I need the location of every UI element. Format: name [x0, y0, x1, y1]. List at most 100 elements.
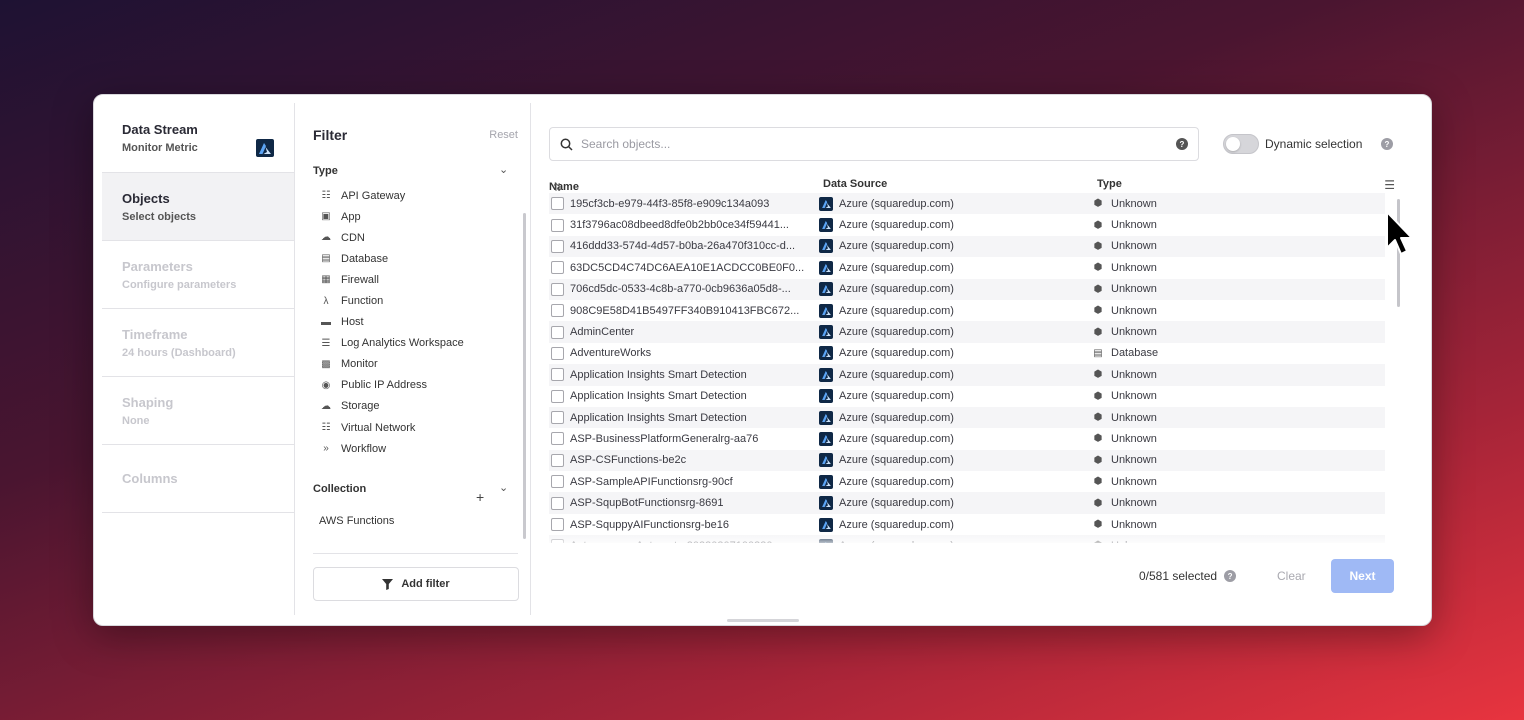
cube-icon: ⬢ — [1093, 433, 1103, 445]
search-input[interactable] — [581, 137, 1176, 151]
azure-logo-icon — [819, 410, 833, 425]
row-data-source-label: Azure (squaredup.com) — [839, 411, 954, 424]
row-checkbox[interactable] — [551, 389, 564, 403]
database-icon: ▤ — [1093, 347, 1103, 359]
reset-button[interactable]: Reset — [489, 129, 518, 141]
clear-button[interactable]: Clear — [1277, 569, 1306, 583]
type-filter-workflow[interactable]: » Workflow — [319, 438, 464, 459]
table-row[interactable]: ASP-CSFunctions-be2c Azure (squaredup.com… — [549, 449, 1385, 472]
add-collection-icon[interactable]: + — [476, 489, 484, 505]
step-objects[interactable]: Objects Select objects — [102, 173, 294, 241]
type-filter-log-analytics-workspace[interactable]: ☰ Log Analytics Workspace — [319, 333, 464, 354]
row-checkbox[interactable] — [551, 432, 564, 446]
search-box[interactable]: ? — [549, 127, 1199, 161]
type-filter-app[interactable]: ▣ App — [319, 206, 464, 227]
azure-logo-icon — [819, 239, 833, 254]
help-icon[interactable]: ? — [1224, 570, 1237, 582]
row-checkbox[interactable] — [551, 304, 564, 318]
table-row[interactable]: Application Insights Smart Detection Azur… — [549, 364, 1385, 386]
type-filter-host[interactable]: ▬ Host — [319, 312, 464, 333]
step-parameters[interactable]: Parameters Configure parameters — [102, 241, 294, 309]
firewall-icon: ▦ — [321, 274, 331, 286]
selection-count-label: 0/581 selected — [1139, 569, 1218, 583]
step-columns[interactable]: Columns — [102, 445, 294, 513]
table-row[interactable]: AdventureWorks Azure (squaredup.com) ▤ Data… — [549, 343, 1385, 364]
row-name: 195cf3cb-e979-44f3-85f8-e909c134a093 — [570, 197, 770, 210]
row-name: 31f3796ac08dbeed8dfe0b2bb0ce34f59441... — [570, 219, 789, 232]
row-data-source: Azure (squaredup.com) — [819, 431, 954, 446]
help-icon[interactable]: ? — [1381, 138, 1393, 150]
row-checkbox[interactable] — [551, 368, 564, 382]
table-row[interactable]: AdminCenter Azure (squaredup.com) ⬢ Unknown — [549, 321, 1385, 343]
table-row[interactable]: 908C9E58D41B5497FF340B910413FBC672... Azu… — [549, 300, 1385, 321]
chevron-down-icon[interactable]: ⌄ — [499, 163, 508, 176]
type-filter-api-gateway[interactable]: ☷ API Gateway — [319, 185, 464, 206]
row-checkbox[interactable] — [551, 411, 564, 425]
row-data-source-label: Azure (squaredup.com) — [839, 454, 954, 467]
row-data-source: Azure (squaredup.com) — [819, 196, 954, 211]
table-row[interactable]: 416ddd33-574d-4d57-b0ba-26a470f310cc-d..… — [549, 235, 1385, 258]
row-data-source-label: Azure (squaredup.com) — [839, 197, 954, 210]
table-row[interactable]: ASP-SampleAPIFunctionsrg-90cf Azure (squa… — [549, 471, 1385, 492]
row-checkbox[interactable] — [551, 518, 564, 532]
table-row[interactable]: ASP-SqupBotFunctionsrg-8691 Azure (square… — [549, 492, 1385, 514]
row-type-label: Unknown — [1111, 454, 1157, 467]
table-row[interactable]: 63DC5CD4C74DC6AEA10E1ACDCC0BE0F0... Azure… — [549, 257, 1385, 278]
azure-logo-icon — [819, 196, 833, 211]
row-checkbox[interactable] — [551, 282, 564, 296]
step-shaping[interactable]: Shaping None — [102, 377, 294, 445]
azure-logo-icon — [819, 367, 833, 382]
row-checkbox[interactable] — [551, 218, 564, 232]
row-type: ⬢ Unknown — [1093, 497, 1157, 509]
filter-scrollbar[interactable] — [523, 213, 526, 539]
help-icon[interactable]: ? — [1176, 138, 1188, 150]
type-filter-virtual-network[interactable]: ☷ Virtual Network — [319, 417, 464, 438]
row-checkbox[interactable] — [551, 475, 564, 489]
mouse-pointer-icon — [1386, 211, 1413, 255]
sliders-icon[interactable]: ☰ — [1384, 178, 1395, 192]
row-checkbox[interactable] — [551, 261, 564, 275]
dynamic-selection-toggle[interactable] — [1223, 134, 1259, 154]
collection-item[interactable]: AWS Functions — [319, 515, 394, 527]
chevron-down-icon[interactable]: ⌄ — [499, 481, 508, 494]
table-row[interactable]: 31f3796ac08dbeed8dfe0b2bb0ce34f59441... A… — [549, 214, 1385, 235]
row-name: ASP-SquppyAIFunctionsrg-be16 — [570, 518, 729, 531]
row-type: ⬢ Unknown — [1093, 433, 1157, 445]
table-row[interactable]: 195cf3cb-e979-44f3-85f8-e909c134a093 Azur… — [549, 193, 1385, 215]
row-checkbox[interactable] — [551, 197, 564, 211]
table-row[interactable]: Application Insights Smart Detection Azur… — [549, 386, 1385, 407]
type-filter-cdn[interactable]: ☁ CDN — [319, 227, 464, 248]
row-data-source-label: Azure (squaredup.com) — [839, 497, 954, 510]
type-filter-database[interactable]: ▤ Database — [319, 248, 464, 269]
step-data-stream[interactable]: Data Stream Monitor Metric — [102, 103, 294, 173]
column-header-type[interactable]: Type — [1097, 178, 1122, 190]
table-row[interactable]: ASP-BusinessPlatformGeneralrg-aa76 Azure … — [549, 428, 1385, 449]
azure-logo-icon — [819, 325, 833, 340]
column-header-data-source[interactable]: Data Source — [823, 178, 887, 190]
row-checkbox[interactable] — [551, 325, 564, 339]
azure-logo-icon — [819, 260, 833, 275]
row-checkbox[interactable] — [551, 453, 564, 467]
step-timeframe[interactable]: Timeframe 24 hours (Dashboard) — [102, 309, 294, 377]
row-data-source-label: Azure (squaredup.com) — [839, 240, 954, 253]
resize-handle[interactable] — [727, 619, 799, 622]
type-filter-storage[interactable]: ☁ Storage — [319, 396, 464, 417]
type-filter-function[interactable]: λ Function — [319, 290, 464, 311]
row-data-source: Azure (squaredup.com) — [819, 453, 954, 468]
step-subtitle: Configure parameters — [122, 278, 237, 291]
type-filter-list: ☷ API Gateway ▣ App ☁ CDN ▤ Database ▦ Firewa… — [319, 185, 464, 459]
table-row[interactable]: 706cd5dc-0533-4c8b-a770-0cb9636a05d8-...… — [549, 278, 1385, 300]
row-checkbox[interactable] — [551, 346, 564, 360]
azure-logo-icon — [819, 517, 833, 532]
type-filter-public-ip-address[interactable]: ◉ Public IP Address — [319, 375, 464, 396]
row-data-source-label: Azure (squaredup.com) — [839, 283, 954, 296]
type-filter-monitor[interactable]: ▩ Monitor — [319, 354, 464, 375]
type-filter-firewall[interactable]: ▦ Firewall — [319, 269, 464, 290]
row-checkbox[interactable] — [551, 239, 564, 253]
type-filter-label: API Gateway — [341, 189, 406, 202]
row-checkbox[interactable] — [551, 496, 564, 510]
next-button[interactable]: Next — [1331, 559, 1394, 593]
add-filter-button[interactable]: Add filter — [313, 567, 519, 601]
cube-icon: ⬢ — [1093, 326, 1103, 338]
table-row[interactable]: Application Insights Smart Detection Azur… — [549, 406, 1385, 429]
